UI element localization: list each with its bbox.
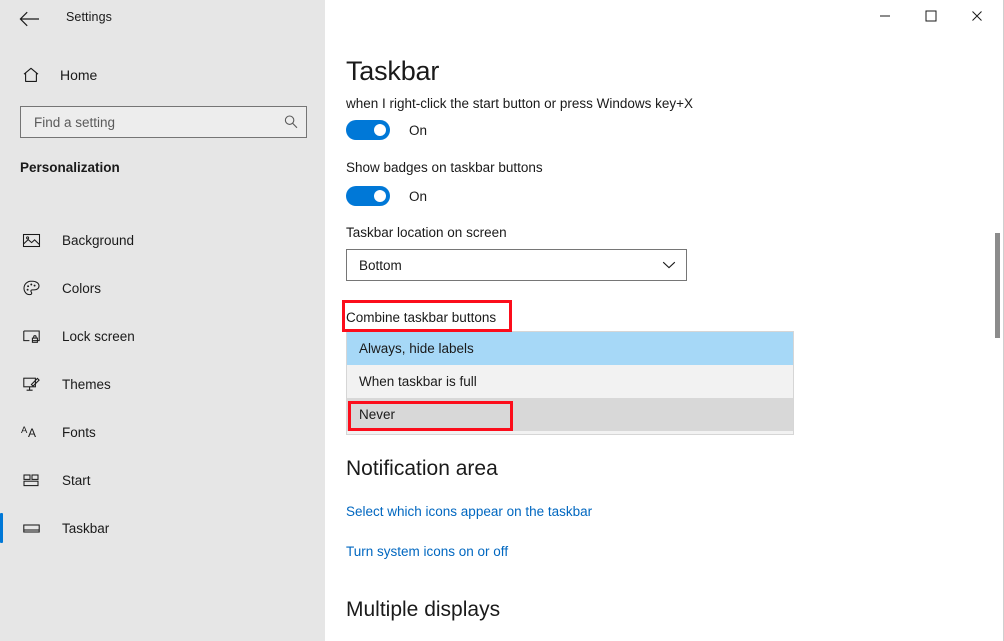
toggle-knob (374, 190, 386, 202)
rightclick-setting-description: when I right-click the start button or p… (346, 96, 694, 111)
picture-icon (14, 231, 48, 250)
scrollbar-track[interactable] (990, 38, 1004, 641)
maximize-icon (925, 10, 937, 22)
sidebar-item-background[interactable]: Background (0, 216, 325, 264)
page-title: Taskbar (346, 56, 440, 86)
toggle-knob (374, 124, 386, 136)
sidebar-item-label: Start (62, 472, 91, 488)
brush-icon (14, 375, 48, 394)
palette-icon (14, 279, 48, 298)
maximize-button[interactable] (908, 0, 954, 32)
selected-indicator (0, 513, 3, 543)
taskbar-location-value: Bottom (359, 257, 402, 273)
listbox-option-always-hide-labels[interactable]: Always, hide labels (347, 332, 793, 365)
home-icon (8, 66, 54, 84)
notification-area-heading: Notification area (346, 457, 498, 480)
badges-toggle-label: On (409, 188, 428, 204)
svg-text:A: A (21, 425, 28, 436)
sidebar-item-home[interactable]: Home (0, 58, 325, 92)
multiple-displays-heading: Multiple displays (346, 598, 501, 621)
back-arrow-icon (19, 11, 40, 27)
listbox-option-when-taskbar-is-full[interactable]: When taskbar is full (347, 365, 793, 398)
sidebar-item-lock-screen[interactable]: Lock screen (0, 312, 325, 360)
sidebar-home-label: Home (60, 67, 98, 83)
sidebar-item-label: Fonts (62, 424, 96, 440)
badges-setting-description: Show badges on taskbar buttons (346, 160, 543, 175)
back-button[interactable] (8, 4, 50, 34)
sidebar-category-title: Personalization (20, 160, 120, 175)
sidebar-item-label: Taskbar (62, 520, 110, 536)
close-button[interactable] (954, 0, 1000, 32)
sidebar-item-label: Lock screen (62, 328, 135, 344)
link-system-icons[interactable]: Turn system icons on or off (346, 544, 508, 559)
sidebar-item-label: Background (62, 232, 135, 248)
svg-text:A: A (28, 426, 36, 440)
sidebar-item-taskbar[interactable]: Taskbar (0, 504, 325, 552)
taskbar-location-label: Taskbar location on screen (346, 225, 507, 240)
combine-taskbar-buttons-label: Combine taskbar buttons (346, 310, 497, 325)
sidebar-item-themes[interactable]: Themes (0, 360, 325, 408)
minimize-button[interactable] (862, 0, 908, 32)
taskbar-location-dropdown[interactable]: Bottom (346, 249, 687, 281)
listbox-option-never[interactable]: Never (347, 398, 793, 431)
sidebar-item-colors[interactable]: Colors (0, 264, 325, 312)
rightclick-toggle-row[interactable]: On (346, 120, 427, 140)
start-tiles-icon (14, 471, 48, 490)
sidebar-item-fonts[interactable]: A A Fonts (0, 408, 325, 456)
combine-taskbar-buttons-listbox[interactable]: Always, hide labels When taskbar is full… (346, 331, 794, 435)
scrollbar-thumb[interactable] (995, 233, 1000, 338)
sidebar-item-label: Colors (62, 280, 102, 296)
rightclick-toggle[interactable] (346, 120, 390, 140)
sidebar-item-start[interactable]: Start (0, 456, 325, 504)
sidebar-nav-list: Background Colors Lock screen Themes A A… (0, 216, 325, 552)
rightclick-toggle-label: On (409, 122, 428, 138)
badges-toggle-row[interactable]: On (346, 186, 427, 206)
link-select-icons[interactable]: Select which icons appear on the taskbar (346, 504, 592, 519)
settings-window: Settings Home Find a setting Personaliza… (0, 0, 1004, 641)
lock-screen-icon (14, 327, 48, 346)
chevron-down-icon (652, 260, 686, 270)
minimize-icon (879, 10, 891, 22)
sidebar: Home Personalization (0, 0, 325, 641)
taskbar-icon (14, 519, 48, 538)
fonts-icon: A A (14, 423, 48, 442)
title-bar: Settings (0, 0, 1004, 38)
search-icon (276, 114, 306, 130)
search-input[interactable] (21, 107, 276, 137)
close-icon (971, 10, 983, 22)
window-title: Settings (66, 10, 112, 24)
sidebar-item-label: Themes (62, 376, 111, 392)
search-box[interactable] (20, 106, 307, 138)
badges-toggle[interactable] (346, 186, 390, 206)
